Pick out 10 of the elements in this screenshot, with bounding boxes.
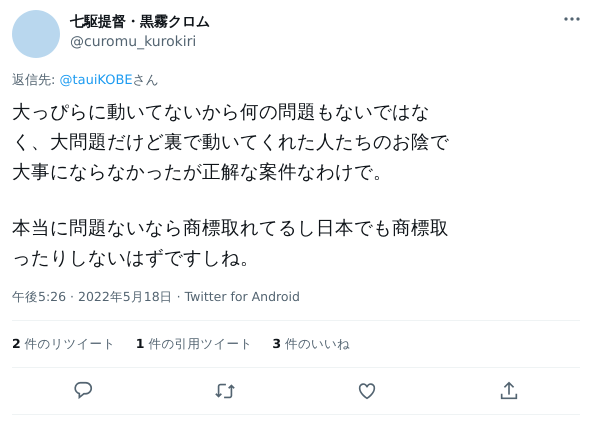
author-name[interactable]: 七駆提督・黒霧クロム [70, 12, 564, 32]
tweet-timestamp[interactable]: 午後5:26 · 2022年5月18日 · Twitter for Android [12, 288, 580, 321]
reply-prefix: 返信先: [12, 73, 56, 88]
reply-suffix: さん [132, 73, 159, 88]
stat-link[interactable]: 1 件の引用ツイート [136, 335, 252, 353]
tweet-text: 本当に問題ないなら商標取れてるし日本でも商標取ったりしないはずですしね。 [12, 217, 450, 271]
stat-link[interactable]: 3 件のいいね [272, 335, 350, 353]
author-handle[interactable]: @curomu_kurokiri [70, 32, 564, 52]
stat-link[interactable]: 2 件のリツイート [12, 335, 116, 353]
tweet-text: 大っぴらに動いてないから何の問題もないではなく、大問題だけど裏で動いてくれた人たちのお陰で大事にならなかったが正解な案件なわけで。 [12, 101, 450, 185]
